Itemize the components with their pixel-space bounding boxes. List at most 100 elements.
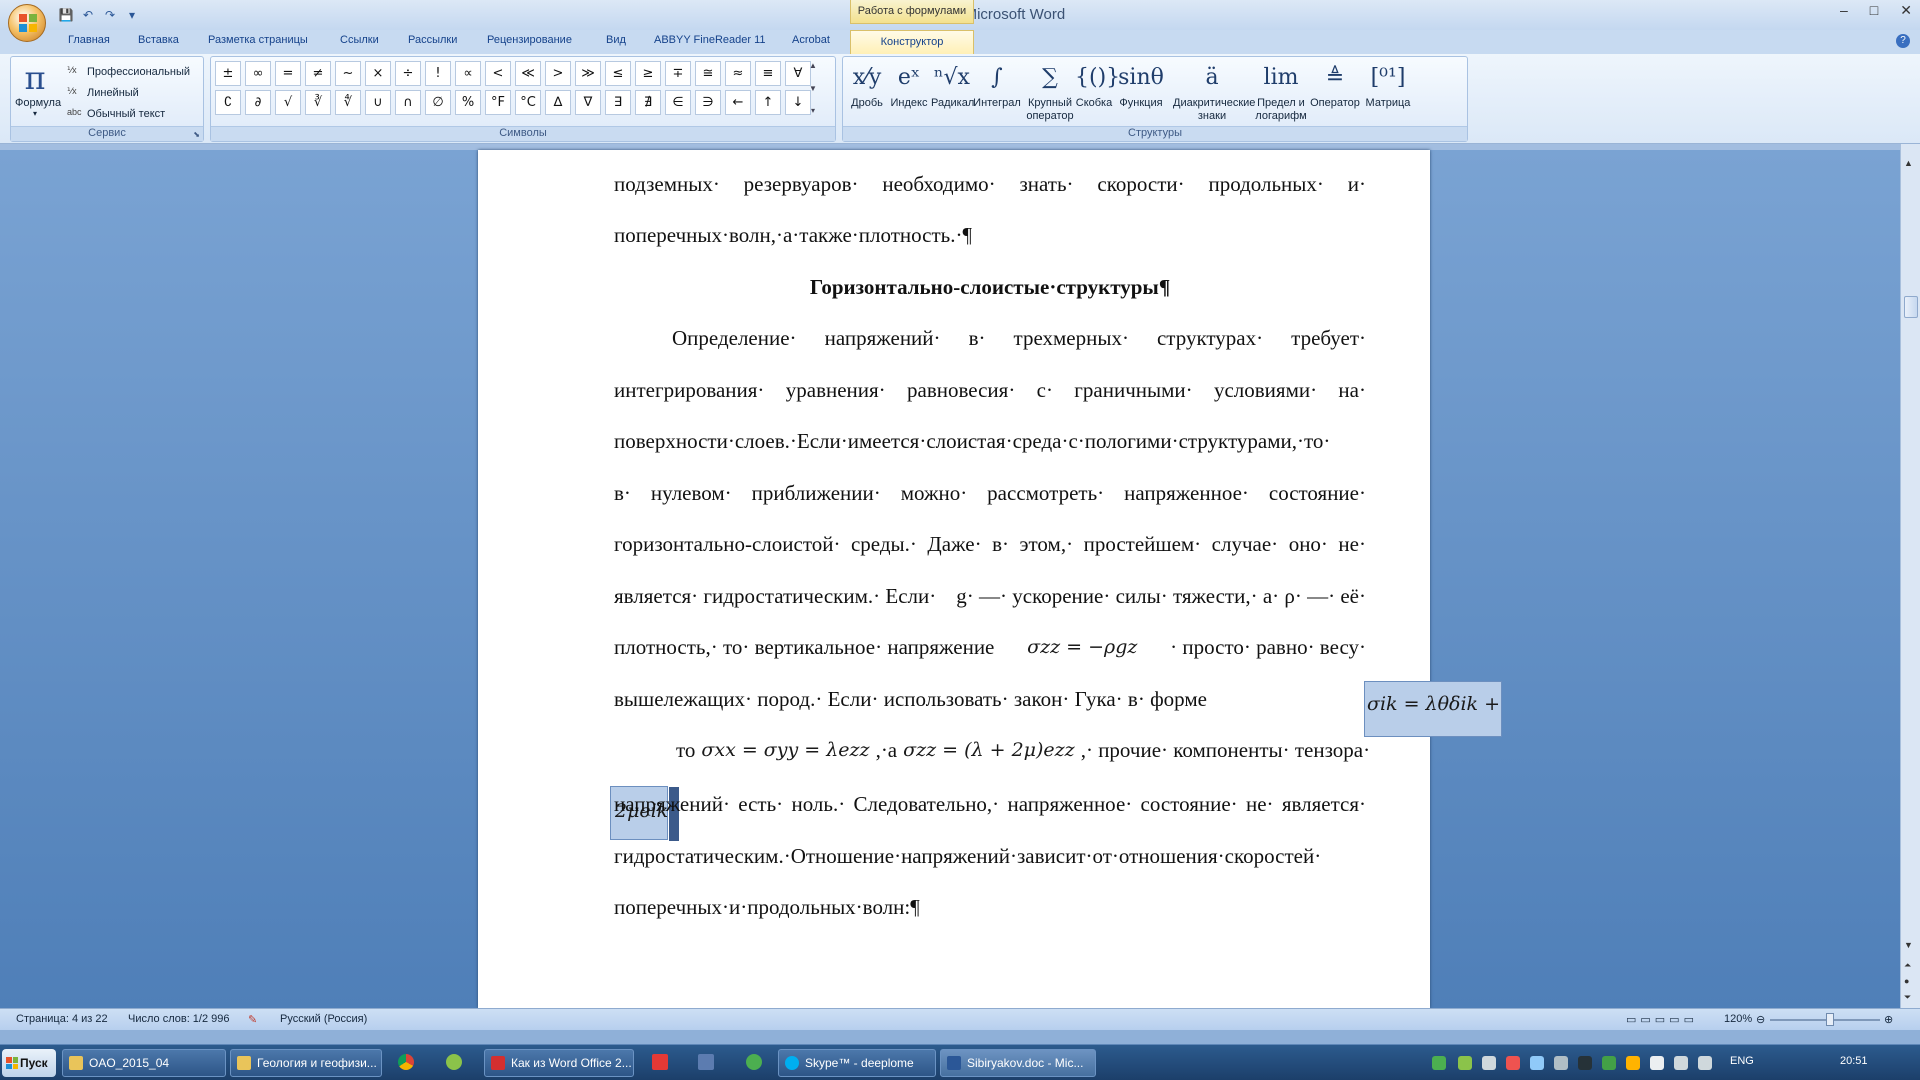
- structure-button[interactable]: lim Предел и логарифм: [1255, 59, 1307, 125]
- symbol-button[interactable]: ∋: [695, 90, 721, 115]
- structure-button[interactable]: sinθ Функция: [1113, 59, 1169, 125]
- task-browser[interactable]: Как из Word Office 2...: [484, 1049, 634, 1077]
- tray-app-icon[interactable]: [1650, 1056, 1664, 1070]
- structure-button[interactable]: ≜ Оператор: [1309, 59, 1361, 125]
- tab-page-layout[interactable]: Разметка страницы: [208, 34, 308, 46]
- media-icon[interactable]: [746, 1054, 762, 1070]
- mode-linear[interactable]: ⅟x Линейный: [67, 84, 139, 102]
- symbol-button[interactable]: >: [545, 61, 571, 86]
- input-language[interactable]: ENG: [1730, 1055, 1754, 1067]
- scroll-thumb[interactable]: [1904, 296, 1918, 318]
- text-line[interactable]: плотность,· то· вертикальное· напряжение…: [614, 633, 1366, 661]
- symbol-button[interactable]: ∃: [605, 90, 631, 115]
- zoom-slider[interactable]: [1770, 1019, 1880, 1021]
- speaker-app-icon[interactable]: [698, 1054, 714, 1070]
- symbol-button[interactable]: ≫: [575, 61, 601, 86]
- tray-app-icon[interactable]: [1506, 1056, 1520, 1070]
- language-indicator[interactable]: Русский (Россия): [280, 1013, 367, 1025]
- text-line[interactable]: вышележащих· пород.· Если· использовать·…: [614, 681, 1502, 737]
- structure-button[interactable]: [⁰¹] Матрица: [1363, 59, 1413, 125]
- chrome-icon[interactable]: [398, 1054, 414, 1070]
- symbol-button[interactable]: ∩: [395, 90, 421, 115]
- symbol-button[interactable]: ∞: [245, 61, 271, 86]
- symbol-button[interactable]: ∂: [245, 90, 271, 115]
- tab-home[interactable]: Главная: [68, 34, 110, 46]
- text-line[interactable]: горизонтально-слоистой· среды.· Даже· в·…: [614, 530, 1366, 558]
- text-line[interactable]: поверхности·слоев.·Если·имеется·слоистая…: [614, 427, 1366, 455]
- symbol-button[interactable]: ≪: [515, 61, 541, 86]
- task-skype[interactable]: Skype™ - deeplome: [778, 1049, 936, 1077]
- text-line[interactable]: в· нулевом· приближении· можно· рассмотр…: [614, 479, 1366, 507]
- equation[interactable]: σzz = −ρgz: [1027, 633, 1137, 661]
- vertical-scrollbar[interactable]: ▲ ▼ ⏶ ● ⏷: [1900, 144, 1920, 1008]
- symbol-button[interactable]: ∪: [365, 90, 391, 115]
- symbol-button[interactable]: ≠: [305, 61, 331, 86]
- symbol-button[interactable]: =: [275, 61, 301, 86]
- tab-abbyy[interactable]: ABBYY FineReader 11: [654, 34, 766, 46]
- structure-button[interactable]: {()} Скобка: [1075, 59, 1120, 125]
- tray-app-icon[interactable]: [1602, 1056, 1616, 1070]
- scroll-down-icon[interactable]: ▼: [807, 84, 819, 93]
- tray-app-icon[interactable]: [1554, 1056, 1568, 1070]
- symbol-button[interactable]: °C: [515, 90, 541, 115]
- help-icon[interactable]: ?: [1896, 34, 1910, 48]
- structure-button[interactable]: ä Диакритические знаки: [1173, 59, 1255, 125]
- symbol-button[interactable]: √: [275, 90, 301, 115]
- proofing-icon[interactable]: ✎: [248, 1013, 257, 1026]
- structure-button[interactable]: eˣ Индекс: [889, 59, 929, 125]
- equation-selected[interactable]: σik = λθδik +: [1364, 681, 1502, 737]
- symbol-button[interactable]: ≈: [725, 61, 751, 86]
- tray-app-icon[interactable]: [1458, 1056, 1472, 1070]
- tab-insert[interactable]: Вставка: [138, 34, 179, 46]
- symbol-button[interactable]: °F: [485, 90, 511, 115]
- clock[interactable]: 20:51: [1840, 1055, 1868, 1067]
- word-count[interactable]: Число слов: 1/2 996: [128, 1013, 230, 1025]
- yandex-browser-icon[interactable]: [652, 1054, 668, 1070]
- text-line[interactable]: 2μeik то σxx = σyy = λezz ,·а σzz = (λ +…: [610, 736, 1370, 841]
- equation[interactable]: σzz = (λ + 2μ)ezz: [903, 736, 1075, 764]
- equation[interactable]: σxx = σyy = λezz: [701, 736, 869, 764]
- prev-page-icon[interactable]: ⏶: [1904, 960, 1911, 971]
- structure-button[interactable]: x⁄y Дробь: [847, 59, 887, 125]
- symbol-button[interactable]: ∇: [575, 90, 601, 115]
- task-word[interactable]: Sibiryakov.doc - Mic...: [940, 1049, 1096, 1077]
- tab-view[interactable]: Вид: [606, 34, 626, 46]
- mode-professional[interactable]: ⅟x Профессиональный: [67, 63, 190, 81]
- zoom-out-icon[interactable]: ⊖: [1756, 1013, 1765, 1026]
- scroll-up-icon[interactable]: ▲: [1904, 158, 1913, 168]
- zoom-slider-knob[interactable]: [1826, 1013, 1834, 1026]
- symbol-button[interactable]: <: [485, 61, 511, 86]
- more-icon[interactable]: ▾: [807, 106, 819, 115]
- text-line[interactable]: напряжений· есть· ноль.· Следовательно,·…: [614, 790, 1366, 818]
- tab-acrobat[interactable]: Acrobat: [792, 34, 830, 46]
- symbol-button[interactable]: ∆: [545, 90, 571, 115]
- tray-app-icon[interactable]: [1626, 1056, 1640, 1070]
- symbol-button[interactable]: ∈: [665, 90, 691, 115]
- symbol-button[interactable]: ∛: [305, 90, 331, 115]
- text-line[interactable]: поперечных·и·продольных·волн:¶: [614, 893, 1366, 921]
- maximize-button[interactable]: □: [1870, 2, 1878, 19]
- symbol-button[interactable]: ∜: [335, 90, 361, 115]
- symbol-button[interactable]: ∅: [425, 90, 451, 115]
- text-line[interactable]: подземных· резервуаров· необходимо· знат…: [614, 170, 1366, 198]
- task-folder[interactable]: Геология и геофизи...: [230, 1049, 382, 1077]
- text-line[interactable]: гидростатическим.·Отношение·напряжений·з…: [614, 842, 1366, 870]
- volume-icon[interactable]: [1698, 1056, 1712, 1070]
- symbol-button[interactable]: ≥: [635, 61, 661, 86]
- symbol-button[interactable]: ∝: [455, 61, 481, 86]
- symbol-button[interactable]: ∁: [215, 90, 241, 115]
- symbol-button[interactable]: ↑: [755, 90, 781, 115]
- zoom-level[interactable]: 120%: [1724, 1013, 1752, 1025]
- symbol-button[interactable]: ∓: [665, 61, 691, 86]
- symbol-button[interactable]: ±: [215, 61, 241, 86]
- symbol-button[interactable]: ∄: [635, 90, 661, 115]
- android-icon[interactable]: [446, 1054, 462, 1070]
- text-line[interactable]: Определение· напряжений· в· трехмерных· …: [614, 324, 1366, 352]
- scroll-up-icon[interactable]: ▲: [807, 61, 819, 70]
- symbol-button[interactable]: %: [455, 90, 481, 115]
- tray-app-icon[interactable]: [1482, 1056, 1496, 1070]
- structure-button[interactable]: ⁿ√x Радикал: [931, 59, 974, 125]
- document-area[interactable]: подземных· резервуаров· необходимо· знат…: [0, 150, 1900, 1008]
- structure-button[interactable]: ∫ Интеграл: [973, 59, 1021, 125]
- scroll-down-icon[interactable]: ▼: [1904, 940, 1913, 950]
